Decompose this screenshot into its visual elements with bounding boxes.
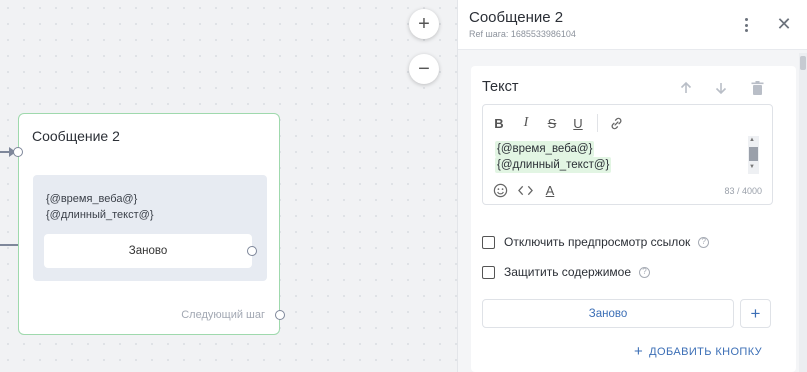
variable-token: {@время_веба@} (495, 141, 595, 157)
toolbar-divider (597, 114, 598, 132)
node-message-preview: {@время_веба@} {@длинный_текст@} Заново (33, 175, 267, 281)
step-settings-panel: Сообщение 2 Ref шага: 1685533986104 ✕ Те… (457, 0, 807, 372)
underline-button[interactable]: U (568, 113, 588, 133)
protect-content-label: Защитить содержимое (504, 265, 632, 279)
input-port[interactable] (13, 147, 23, 157)
add-button-label: ДОБАВИТЬ КНОПКУ (649, 345, 763, 358)
node-title: Сообщение 2 (32, 128, 120, 144)
editor-scroll-thumb[interactable] (749, 147, 758, 161)
panel-scrollbar[interactable] (799, 53, 807, 372)
text-block-card: Текст B I S U {@время_веба@} {@длинный_т… (471, 66, 796, 372)
trash-icon[interactable] (745, 76, 769, 100)
keyboard-button-restart[interactable]: Заново (482, 299, 734, 328)
button-output-port[interactable] (247, 246, 257, 256)
node-button-restart[interactable]: Заново (44, 234, 257, 268)
node-message-text: {@время_веба@} {@длинный_текст@} (46, 191, 154, 223)
add-button-link[interactable]: + ДОБАВИТЬ КНОПКУ (634, 343, 762, 360)
next-step-port[interactable] (275, 310, 285, 320)
link-icon[interactable] (606, 113, 626, 133)
protect-content-checkbox[interactable] (482, 265, 495, 279)
disable-link-preview-checkbox[interactable] (482, 235, 495, 249)
card-title: Текст (482, 79, 519, 95)
next-step-label: Следующий шаг (181, 309, 265, 321)
variable-token: {@длинный_текст@} (495, 157, 612, 173)
panel-scroll-thumb[interactable] (800, 56, 806, 70)
flow-canvas[interactable]: + − Сообщение 2 {@время_веба@} {@длинный… (0, 0, 457, 372)
node-message-line: {@длинный_текст@} (46, 209, 154, 221)
disable-link-preview-option[interactable]: Отключить предпросмотр ссылок ? (482, 235, 710, 249)
panel-header: Сообщение 2 Ref шага: 1685533986104 ✕ (458, 0, 807, 50)
step-ref: Ref шага: 1685533986104 (469, 29, 576, 39)
disable-link-preview-label: Отключить предпросмотр ссылок (504, 235, 691, 249)
keyboard-button-label: Заново (588, 307, 628, 320)
scroll-up-icon[interactable]: ▲ (749, 137, 755, 143)
more-menu-icon[interactable] (738, 14, 754, 36)
code-icon[interactable] (516, 181, 534, 199)
add-row-button[interactable]: + (740, 299, 771, 328)
protect-content-option[interactable]: Защитить содержимое ? (482, 265, 651, 279)
message-node[interactable]: Сообщение 2 {@время_веба@} {@длинный_тек… (13, 113, 285, 335)
zoom-in-button[interactable]: + (409, 9, 439, 39)
zoom-out-button[interactable]: − (409, 54, 439, 84)
help-icon[interactable]: ? (698, 236, 710, 248)
editor-content[interactable]: {@время_веба@} {@длинный_текст@} (495, 141, 612, 173)
bold-button[interactable]: B (489, 113, 509, 133)
move-down-icon[interactable] (709, 76, 733, 100)
character-counter: 83 / 4000 (724, 186, 762, 196)
move-up-icon[interactable] (674, 76, 698, 100)
emoji-icon[interactable] (491, 181, 509, 199)
strikethrough-button[interactable]: S (542, 113, 562, 133)
close-icon[interactable]: ✕ (774, 13, 794, 35)
connection-line (0, 244, 18, 246)
scroll-down-icon[interactable]: ▼ (749, 164, 755, 170)
italic-button[interactable]: I (516, 113, 536, 133)
text-editor[interactable]: B I S U {@время_веба@} {@длинный_текст@}… (482, 104, 773, 205)
text-color-icon[interactable]: A (541, 181, 559, 199)
node-button-label: Заново (128, 245, 168, 257)
panel-title: Сообщение 2 (469, 9, 564, 26)
help-icon[interactable]: ? (639, 266, 651, 278)
plus-icon: + (634, 343, 644, 360)
node-message-line: {@время_веба@} (46, 193, 138, 205)
